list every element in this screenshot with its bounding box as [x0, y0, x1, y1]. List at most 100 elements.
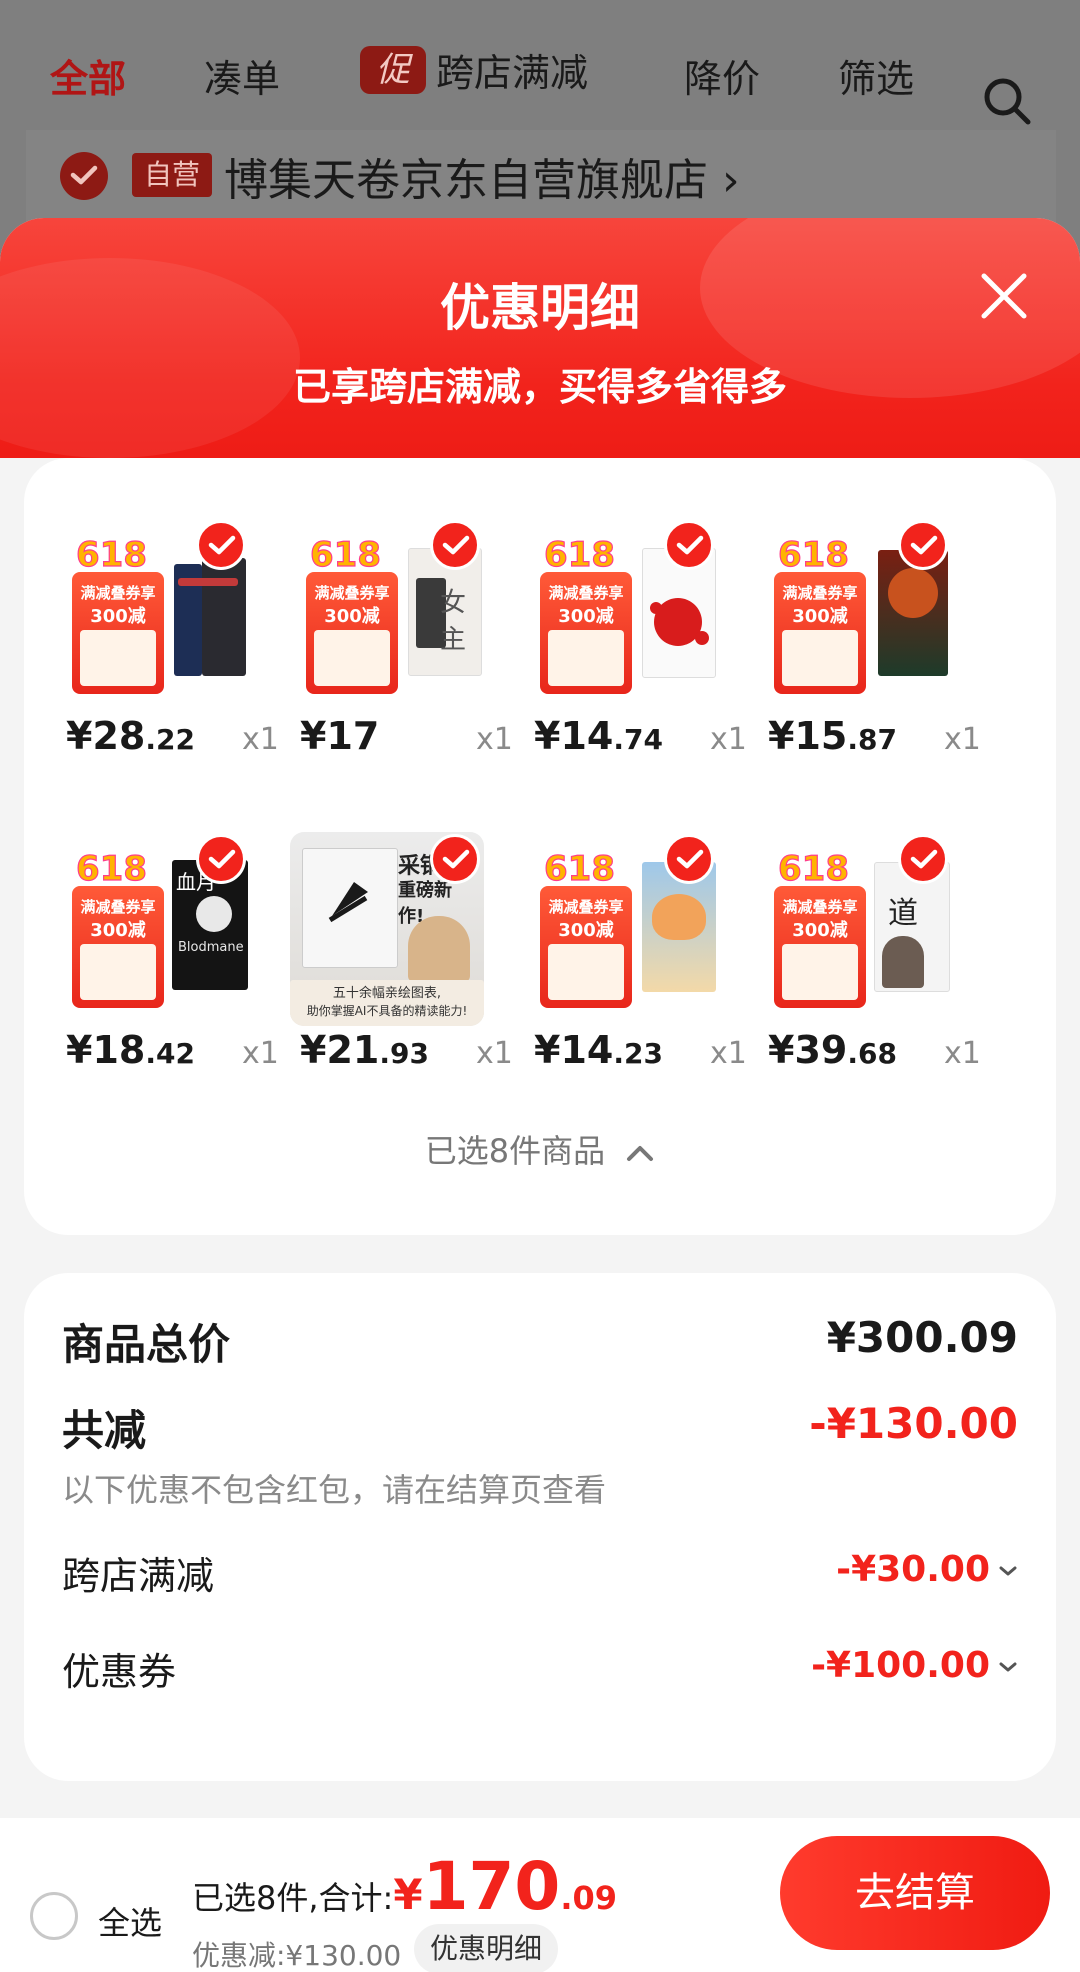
product-check-icon[interactable]	[430, 834, 480, 884]
product-price: ¥39.68	[768, 1028, 897, 1072]
select-all-radio[interactable]	[30, 1892, 78, 1940]
coupon-label: 优惠券	[62, 1650, 177, 1694]
selected-count-toggle[interactable]: 已选8件商品	[24, 1126, 1056, 1172]
promo-tile: 618 满减叠券享300减130	[534, 528, 638, 698]
promo-tile: 618 满减叠券享300减130	[300, 528, 404, 698]
tab-bundle[interactable]: 凑单	[204, 48, 280, 103]
checkout-bar: 全选 已选8件,合计:¥170.09 优惠减:¥130.00 优惠明细 去结算	[0, 1818, 1080, 1972]
product-check-icon[interactable]	[664, 520, 714, 570]
cross-store-label: 跨店满减	[62, 1554, 215, 1598]
close-icon[interactable]	[976, 268, 1032, 324]
saved-amount: 优惠减:¥130.00	[192, 1939, 402, 1972]
sheet-header: 优惠明细 已享跨店满减，买得多省得多	[0, 218, 1080, 458]
tab-cross-store[interactable]: 促跨店满减	[360, 42, 588, 97]
total-discount-value: -¥130.00	[809, 1399, 1018, 1448]
svg-text:618: 618	[544, 849, 615, 889]
summary-prefix: 已选8件,合计:	[192, 1879, 394, 1917]
product-qty: x1	[710, 1036, 747, 1071]
svg-text:618: 618	[778, 535, 849, 575]
promo-tile: 618 满减叠券享300减130	[66, 528, 170, 698]
sheet-title: 优惠明细	[440, 279, 640, 337]
store-row[interactable]: 自营 博集天卷京东自营旗舰店 ›	[26, 130, 1056, 226]
product-item[interactable]: 618 满减叠券享300减130 ¥14.74 x1	[522, 518, 756, 758]
svg-text:618: 618	[778, 849, 849, 889]
product-qty: x1	[944, 722, 981, 757]
chevron-up-icon	[627, 1146, 654, 1161]
product-qty: x1	[710, 722, 747, 757]
total-summary: 已选8件,合计:¥170.09	[192, 1848, 617, 1925]
promo-618-badge: 618	[66, 528, 170, 576]
promo-tile: 618 满减叠券享300减130	[768, 842, 872, 1012]
product-item[interactable]: 618 满减叠券享300减130 血月 Blodmane ¥18.42 x1	[54, 832, 288, 1072]
svg-text:618: 618	[76, 849, 147, 889]
product-qty: x1	[944, 1036, 981, 1071]
product-check-icon[interactable]	[664, 834, 714, 884]
cart-tabs: 全部 凑单 促跨店满减 降价 筛选	[0, 30, 1080, 125]
promo-tile: 618 满减叠券享300减130	[534, 842, 638, 1012]
promo-badge: 促	[360, 45, 426, 94]
product-check-icon[interactable]	[196, 834, 246, 884]
product-price: ¥18.42	[66, 1028, 195, 1072]
tab-cross-store-label: 跨店满减	[436, 51, 589, 95]
discount-detail-button[interactable]: 优惠明细	[414, 1924, 559, 1972]
chevron-down-icon	[999, 1662, 1017, 1672]
promo-tile: 618 满减叠券享300减130	[768, 528, 872, 698]
total-price-label: 商品总价	[62, 1320, 231, 1369]
svg-text:618: 618	[544, 535, 615, 575]
coupon-row[interactable]: -¥100.00	[811, 1645, 1018, 1686]
total-decimal: .09	[560, 1879, 618, 1917]
product-item[interactable]: 618 满减叠券享300减130 ¥14.23 x1	[522, 832, 756, 1072]
promo-tile: 618 满减叠券享300减130	[66, 842, 170, 1012]
total-integer: 170	[422, 1848, 561, 1925]
product-qty: x1	[242, 722, 279, 757]
discount-note: 以下优惠不包含红包，请在结算页查看	[62, 1471, 607, 1509]
product-price: ¥17	[300, 714, 380, 758]
selected-count-label: 已选8件商品	[424, 1132, 606, 1170]
product-check-icon[interactable]	[898, 520, 948, 570]
product-item[interactable]: 618 满减叠券享300减130 ¥28.22 x1	[54, 518, 288, 758]
price-summary-card: 商品总价 ¥300.09 共减 -¥130.00 以下优惠不包含红包，请在结算页…	[24, 1273, 1056, 1781]
product-check-icon[interactable]	[430, 520, 480, 570]
checkout-button[interactable]: 去结算	[780, 1836, 1050, 1950]
product-qty: x1	[242, 1036, 279, 1071]
svg-text:618: 618	[76, 535, 147, 575]
tab-all[interactable]: 全部	[50, 48, 126, 103]
book-title: 女主	[440, 588, 467, 655]
tab-price-drop[interactable]: 降价	[684, 48, 760, 103]
search-icon[interactable]	[982, 76, 1032, 126]
product-item[interactable]: 采铜 重磅新作! 五十余幅亲绘图表, 助你掌握AI不具备的精读能力! ¥21.9…	[288, 832, 522, 1072]
total-price-value: ¥300.09	[826, 1313, 1018, 1362]
cross-store-row[interactable]: -¥30.00	[836, 1549, 1018, 1590]
book-caption-2: 助你掌握AI不具备的精读能力!	[306, 1004, 468, 1018]
product-price: ¥15.87	[768, 714, 897, 758]
selected-products-card: 618 满减叠券享300减130 ¥28.22 x1 618	[24, 458, 1056, 1235]
product-check-icon[interactable]	[196, 520, 246, 570]
book-caption-1: 五十余幅亲绘图表,	[332, 986, 442, 1001]
cross-store-value: -¥30.00	[836, 1549, 990, 1590]
product-price: ¥14.74	[534, 714, 663, 758]
select-all-label[interactable]: 全选	[98, 1898, 162, 1944]
product-check-icon[interactable]	[898, 834, 948, 884]
total-currency: ¥	[393, 1870, 423, 1919]
promo-line-1: 满减叠券享	[80, 584, 156, 602]
coupon-value: -¥100.00	[811, 1645, 990, 1686]
product-price: ¥14.23	[534, 1028, 663, 1072]
book-title: 道	[888, 896, 918, 931]
product-item[interactable]: 618 满减叠券享300减130 ¥15.87 x1	[756, 518, 990, 758]
discount-detail-sheet: 优惠明细 已享跨店满减，买得多省得多 618 满减叠券享300减130	[0, 218, 1080, 1972]
product-item[interactable]: 618 满减叠券享300减130 道 ¥39.68 x1	[756, 832, 990, 1072]
tab-filter[interactable]: 筛选	[838, 48, 914, 103]
product-qty: x1	[476, 722, 513, 757]
store-name[interactable]: 博集天卷京东自营旗舰店 ›	[224, 144, 740, 208]
chevron-down-icon	[999, 1566, 1017, 1576]
book-subtitle: Blodmane	[178, 940, 244, 955]
svg-text:618: 618	[310, 535, 381, 575]
product-price: ¥21.93	[300, 1028, 429, 1072]
sheet-subtitle: 已享跨店满减，买得多省得多	[292, 365, 787, 409]
store-check-icon[interactable]	[60, 152, 108, 200]
product-qty: x1	[476, 1036, 513, 1071]
total-discount-label: 共减	[62, 1406, 147, 1455]
self-operated-badge: 自营	[132, 153, 213, 197]
product-price: ¥28.22	[66, 714, 195, 758]
product-item[interactable]: 618 满减叠券享300减130 女主 ¥17 x1	[288, 518, 522, 758]
